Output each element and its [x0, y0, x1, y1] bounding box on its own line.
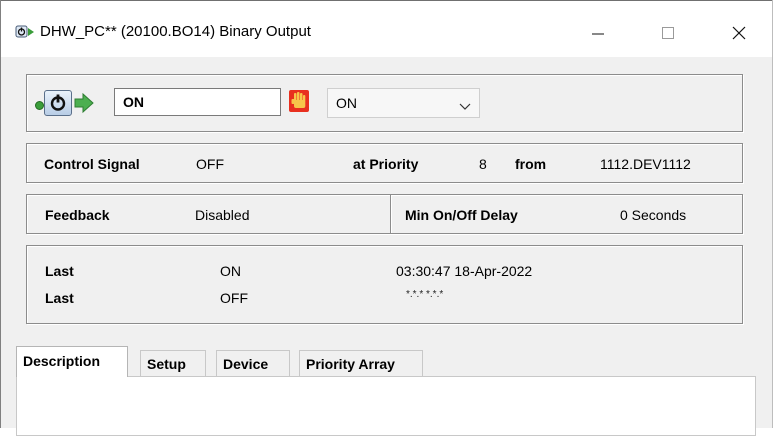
last-on-time: 03:30:47 18-Apr-2022	[396, 263, 533, 279]
panel-divider	[390, 195, 391, 233]
title-bar[interactable]: DHW_PC** (20100.BO14) Binary Output	[1, 1, 772, 57]
from-label: from	[515, 156, 547, 172]
tab-device[interactable]: Device	[216, 350, 290, 376]
last-off-time: *.*.* *.*.*	[406, 289, 444, 300]
binary-output-app-icon	[15, 25, 37, 39]
binary-output-window: DHW_PC** (20100.BO14) Binary Output ON O…	[0, 0, 773, 436]
control-signal-label: Control Signal	[44, 156, 140, 172]
arrow-right-icon	[73, 92, 95, 114]
maximize-button[interactable]	[638, 13, 698, 53]
tab-setup[interactable]: Setup	[140, 350, 206, 376]
last-transition-panel: Last ON 03:30:47 18-Apr-2022 Last OFF *.…	[26, 245, 743, 324]
command-value-selected: ON	[336, 95, 357, 111]
present-value-field[interactable]: ON	[114, 88, 281, 116]
last-on-label: Last	[45, 263, 74, 279]
tab-priority-array[interactable]: Priority Array	[299, 350, 423, 376]
close-icon	[732, 26, 746, 40]
from-value: 1112.DEV1112	[600, 156, 691, 172]
hand-override-icon[interactable]	[289, 90, 309, 112]
min-delay-value: 0 Seconds	[620, 207, 687, 223]
minimize-button[interactable]	[568, 13, 628, 53]
control-signal-panel: Control Signal OFF at Priority 8 from 11…	[26, 143, 743, 183]
last-off-label: Last	[45, 290, 74, 306]
control-signal-value: OFF	[196, 156, 224, 172]
status-dot-icon	[35, 101, 44, 110]
maximize-icon	[662, 27, 674, 39]
minimize-icon	[592, 33, 604, 35]
command-value-dropdown[interactable]: ON	[327, 88, 480, 118]
last-on-state: ON	[220, 263, 241, 279]
priority-value: 8	[479, 156, 487, 172]
min-delay-label: Min On/Off Delay	[405, 207, 518, 223]
chevron-down-icon	[459, 98, 471, 110]
feedback-label: Feedback	[45, 207, 110, 223]
feedback-value: Disabled	[195, 207, 250, 223]
command-panel: ON ON	[26, 74, 743, 132]
close-button[interactable]	[709, 13, 769, 53]
last-off-state: OFF	[220, 290, 248, 306]
window-title: DHW_PC** (20100.BO14) Binary Output	[40, 23, 311, 40]
tab-description[interactable]: Description	[16, 346, 128, 377]
power-icon[interactable]	[44, 90, 72, 116]
feedback-panel: Feedback Disabled Min On/Off Delay 0 Sec…	[26, 194, 743, 234]
description-content[interactable]	[16, 376, 756, 436]
priority-label: at Priority	[353, 156, 419, 172]
window-border-left	[0, 0, 1, 428]
